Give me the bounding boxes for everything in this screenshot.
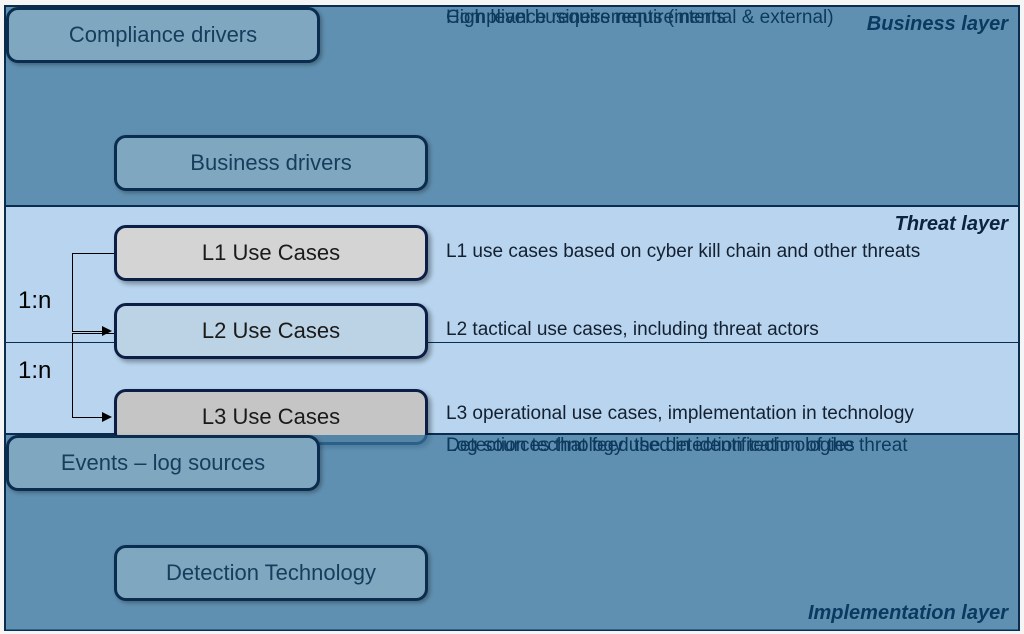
- box-label: Detection Technology: [166, 560, 376, 586]
- business-layer: Business layer Business drivers Complian…: [6, 7, 1018, 207]
- box-events-log-sources: Events – log sources: [6, 435, 320, 491]
- connector-l1-to-l2: [66, 253, 116, 333]
- ratio-l1-l2: 1:n: [18, 287, 51, 315]
- connector-segment: [72, 253, 114, 254]
- layer-label-implementation: Implementation layer: [808, 602, 1008, 625]
- box-label: Events – log sources: [61, 450, 265, 476]
- arrowhead-icon: [102, 412, 112, 422]
- box-label: Business drivers: [190, 150, 351, 176]
- box-compliance-drivers: Compliance drivers: [6, 7, 320, 63]
- threat-layer: Threat layer 1:n 1:n L1 Use Cases L2 Use…: [6, 207, 1018, 435]
- connector-segment: [72, 333, 73, 417]
- connector-segment: [72, 331, 102, 332]
- layered-use-case-diagram: Business layer Business drivers Complian…: [4, 5, 1020, 631]
- desc-compliance-drivers: Compliance requirements (internal & exte…: [446, 7, 1006, 30]
- desc-l3: L3 operational use cases, implementation…: [446, 403, 1006, 426]
- desc-l2: L2 tactical use cases, including threat …: [446, 319, 1006, 342]
- desc-events-log-sources: Log sources that feed the detection tech…: [446, 435, 1006, 458]
- box-detection-technology: Detection Technology: [114, 545, 428, 601]
- box-l2-use-cases: L2 Use Cases: [114, 303, 428, 359]
- connector-segment: [72, 417, 102, 418]
- box-label: L2 Use Cases: [202, 318, 340, 344]
- ratio-l2-l3: 1:n: [18, 357, 51, 385]
- connector-segment: [72, 253, 73, 331]
- box-label: Compliance drivers: [69, 22, 257, 48]
- connector-segment: [72, 333, 114, 334]
- implementation-layer: Implementation layer Detection Technolog…: [6, 435, 1018, 630]
- box-label: L3 Use Cases: [202, 404, 340, 430]
- box-label: L1 Use Cases: [202, 240, 340, 266]
- layer-label-threat: Threat layer: [895, 213, 1008, 236]
- connector-l2-to-l3: [66, 333, 116, 419]
- box-l1-use-cases: L1 Use Cases: [114, 225, 428, 281]
- desc-l1: L1 use cases based on cyber kill chain a…: [446, 241, 1006, 264]
- box-business-drivers: Business drivers: [114, 135, 428, 191]
